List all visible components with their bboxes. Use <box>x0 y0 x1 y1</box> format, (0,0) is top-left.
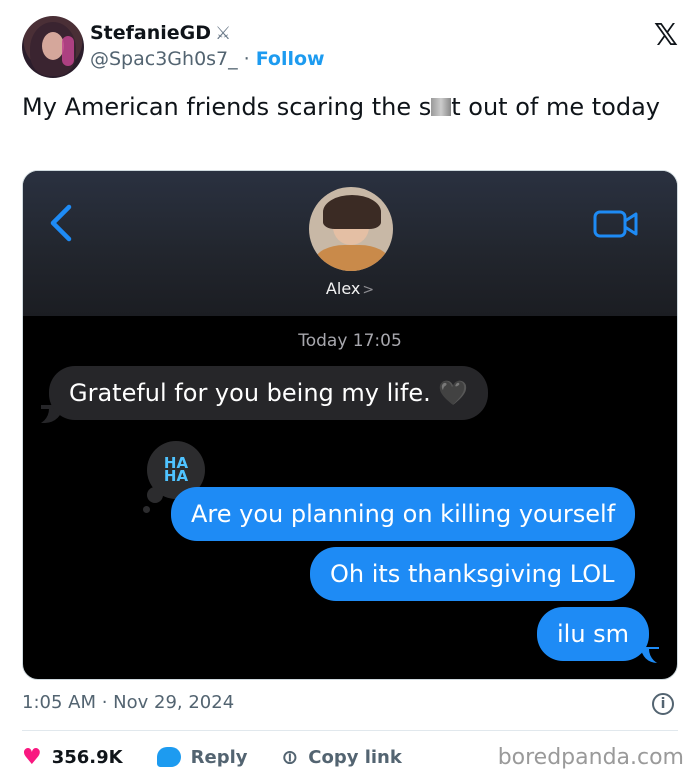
tweet-text-part-1: My American friends scaring the s <box>22 93 432 121</box>
outgoing-message: Are you planning on killing yourself <box>171 487 636 541</box>
outgoing-message: ilu sm <box>537 607 650 661</box>
tweet-text-part-2: t out of me today <box>451 93 660 121</box>
author-display-name[interactable]: StefanieGD <box>90 22 211 44</box>
author-handle[interactable]: @Spac3Gh0s7_ <box>90 48 238 70</box>
divider <box>22 730 678 731</box>
reply-label: Reply <box>190 746 248 768</box>
follow-button[interactable]: Follow <box>256 48 325 70</box>
contact-name-text: Alex <box>325 279 361 298</box>
heart-icon: ♥ <box>22 744 42 770</box>
copy-link-button[interactable]: ⊘ Copy link <box>275 743 402 772</box>
author-avatar[interactable] <box>22 16 84 78</box>
message-timestamp: Today 17:05 <box>298 331 402 351</box>
separator-dot: · <box>243 48 250 70</box>
video-camera-icon <box>593 210 638 238</box>
tweet-media-screenshot[interactable]: Alex > Today 17:05 Grateful for you being… <box>22 170 678 680</box>
x-logo-icon[interactable]: 𝕏 <box>654 18 678 53</box>
author-handle-row: @Spac3Gh0s7_ · Follow <box>90 48 325 70</box>
reply-bubble-icon <box>156 747 181 767</box>
tweet-timestamp[interactable]: 1:05 AM · Nov 29, 2024 <box>22 692 234 713</box>
incoming-message: Grateful for you being my life. 🖤 <box>49 366 489 420</box>
tweet-header: StefanieGD ⚔ @Spac3Gh0s7_ · Follow 𝕏 <box>22 16 682 80</box>
bubble-tail-mask <box>649 649 665 665</box>
author-name-row: StefanieGD ⚔ <box>90 22 231 44</box>
reaction-tail-dot <box>147 487 163 503</box>
imessage-header: Alex > <box>23 171 677 316</box>
copy-link-label: Copy link <box>308 746 402 768</box>
outgoing-message: Oh its thanksgiving LOL <box>310 547 635 601</box>
info-icon[interactable]: i <box>652 693 674 715</box>
back-chevron-icon <box>50 204 72 242</box>
like-button[interactable]: ♥ 356.9K <box>22 745 123 770</box>
chevron-right-icon: > <box>362 282 375 298</box>
contact-avatar <box>309 187 393 271</box>
like-count: 356.9K <box>51 746 123 768</box>
watermark: boredpanda.com <box>497 745 684 770</box>
link-icon: ⊘ <box>275 742 305 772</box>
reaction-text-2: HA <box>163 467 189 485</box>
reaction-tail-dot-small <box>143 506 150 513</box>
reply-button[interactable]: Reply <box>156 746 248 768</box>
censor-block <box>431 98 452 116</box>
tweet-text: My American friends scaring the s t out o… <box>22 92 662 123</box>
tweet-actions: ♥ 356.9K Reply ⊘ Copy link <box>22 742 436 772</box>
contact-name: Alex > <box>23 279 677 298</box>
crossed-swords-icon: ⚔ <box>215 22 232 44</box>
